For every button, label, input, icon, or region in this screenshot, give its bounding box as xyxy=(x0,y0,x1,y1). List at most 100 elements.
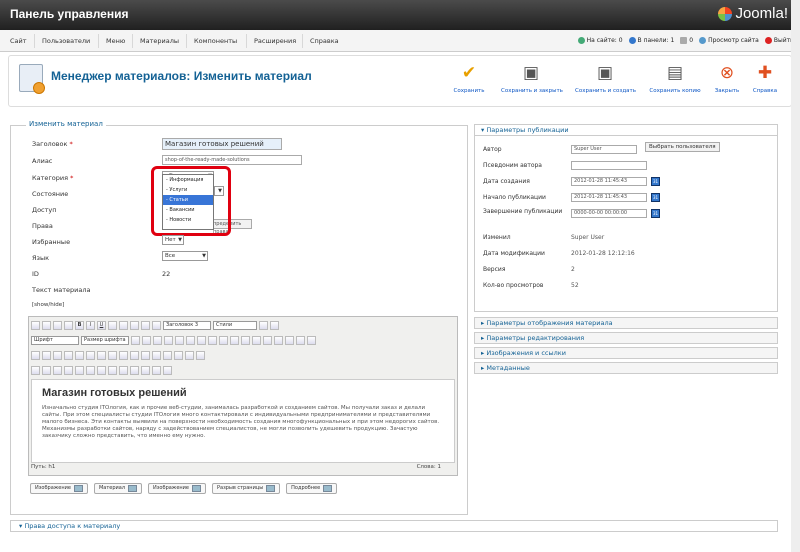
undo-icon[interactable] xyxy=(263,335,272,345)
font-size-select[interactable]: Размер шрифта xyxy=(81,335,129,345)
title-input[interactable]: Магазин готовых решений xyxy=(162,138,282,150)
view-site-link[interactable]: Просмотр сайта xyxy=(699,37,759,44)
link-icon[interactable] xyxy=(285,335,294,345)
editor-tool-icon[interactable] xyxy=(31,320,40,330)
hr-icon[interactable] xyxy=(185,350,194,360)
show-blocks-icon[interactable] xyxy=(42,365,51,375)
fullscreen-icon[interactable] xyxy=(196,350,205,360)
time-icon[interactable] xyxy=(130,350,139,360)
bold-icon[interactable]: B xyxy=(75,320,84,330)
eraser-icon[interactable] xyxy=(259,320,268,330)
align-left-icon[interactable] xyxy=(119,320,128,330)
save-close-button[interactable]: ▣ Сохранить и закрыть xyxy=(501,62,563,94)
abbr-icon[interactable] xyxy=(97,365,106,375)
absolute-icon[interactable] xyxy=(64,365,73,375)
save-button[interactable]: ✔ Сохранить xyxy=(439,62,499,94)
menu-item-menus[interactable]: Меню xyxy=(106,37,125,45)
cite-icon[interactable] xyxy=(86,365,95,375)
read-more-button[interactable]: Подробнее xyxy=(286,483,338,494)
page-break-button[interactable]: Разрыв страницы xyxy=(212,483,281,494)
select-user-button[interactable]: Выбрать пользователя xyxy=(645,142,720,152)
preview-icon[interactable] xyxy=(141,350,150,360)
table-row-icon[interactable] xyxy=(75,350,84,360)
del-icon[interactable] xyxy=(119,365,128,375)
messages-status[interactable]: 0 xyxy=(680,37,693,44)
accordion-edit-options[interactable]: ▸ Параметры редактирования xyxy=(474,332,778,344)
ins-icon[interactable] xyxy=(130,365,139,375)
author-field[interactable]: Super User xyxy=(571,145,637,154)
html-icon[interactable] xyxy=(307,335,316,345)
underline-icon[interactable]: U xyxy=(97,320,106,330)
accordion-display-options[interactable]: ▸ Параметры отображения материала xyxy=(474,317,778,329)
paste-icon[interactable] xyxy=(270,320,279,330)
publish-down-input[interactable]: 0000-00-00 00:00:00 xyxy=(571,209,647,218)
paragraph-icon[interactable] xyxy=(31,350,40,360)
language-select[interactable]: Все xyxy=(162,251,208,261)
menu-item-help[interactable]: Справка xyxy=(310,37,339,45)
align-center-icon[interactable] xyxy=(130,320,139,330)
calendar-icon[interactable]: 31 xyxy=(651,193,660,202)
menu-item-components[interactable]: Компоненты xyxy=(194,37,237,45)
paste-word-icon[interactable] xyxy=(186,335,195,345)
redo-icon[interactable] xyxy=(274,335,283,345)
help-button[interactable]: ✚ Справка xyxy=(737,62,793,94)
font-select[interactable]: Шрифт xyxy=(31,335,79,345)
logout-link[interactable]: Выйти xyxy=(764,37,794,44)
show-hide-toggle[interactable]: [show/hide] xyxy=(32,302,64,308)
image-icon[interactable] xyxy=(42,350,51,360)
editor-tool-icon[interactable] xyxy=(53,320,62,330)
menu-item-content[interactable]: Материалы xyxy=(140,37,179,45)
table-merge-icon[interactable] xyxy=(97,350,106,360)
access-rights-section[interactable]: ▾ Права доступа к материалу xyxy=(10,520,778,532)
save-new-button[interactable]: ▣ Сохранить и создать xyxy=(575,62,636,94)
format-select[interactable]: Заголовок 3 xyxy=(163,320,211,330)
joomla-logo[interactable]: Joomla! xyxy=(718,5,788,22)
emoticon-icon[interactable] xyxy=(163,350,172,360)
insert-image-2-button[interactable]: Изображение xyxy=(148,483,206,494)
accordion-metadata[interactable]: ▸ Метаданные xyxy=(474,362,778,374)
calendar-icon[interactable]: 31 xyxy=(651,177,660,186)
text-color-icon[interactable] xyxy=(131,335,140,345)
cut-icon[interactable] xyxy=(153,335,162,345)
strikethrough-icon[interactable] xyxy=(108,320,117,330)
highlight-icon[interactable] xyxy=(142,335,151,345)
editor-tool-icon[interactable] xyxy=(42,320,51,330)
list-numbers-icon[interactable] xyxy=(230,335,239,345)
editor-content[interactable]: Магазин готовых решений Изначально студи… xyxy=(31,379,455,463)
table-col-icon[interactable] xyxy=(86,350,95,360)
outdent-icon[interactable] xyxy=(241,335,250,345)
visual-aid-icon[interactable] xyxy=(31,365,40,375)
media-icon[interactable] xyxy=(174,350,183,360)
style-props-icon[interactable] xyxy=(75,365,84,375)
find-icon[interactable] xyxy=(197,335,206,345)
style-select[interactable]: Стили xyxy=(213,320,257,330)
publish-up-input[interactable]: 2012-01-28 11:45:43 xyxy=(571,193,647,202)
layer-icon[interactable] xyxy=(53,365,62,375)
author-alias-input[interactable] xyxy=(571,161,647,170)
editor-tool-icon[interactable] xyxy=(64,320,73,330)
menu-item-extensions[interactable]: Расширения xyxy=(254,37,296,45)
date-icon[interactable] xyxy=(119,350,128,360)
align-right-icon[interactable] xyxy=(141,320,150,330)
align-justify-icon[interactable] xyxy=(152,320,161,330)
char-map-icon[interactable] xyxy=(152,365,161,375)
indent-icon[interactable] xyxy=(252,335,261,345)
paste-text-icon[interactable] xyxy=(175,335,184,345)
copy-icon[interactable] xyxy=(164,335,173,345)
table-icon[interactable] xyxy=(64,350,73,360)
featured-select[interactable]: Нет xyxy=(162,235,184,245)
spellcheck-icon[interactable] xyxy=(163,365,172,375)
alias-input[interactable]: shop-of-the-ready-made-solutions xyxy=(162,155,302,165)
menu-item-users[interactable]: Пользователи xyxy=(42,37,90,45)
unlink-icon[interactable] xyxy=(296,335,305,345)
attribs-icon[interactable] xyxy=(141,365,150,375)
menu-item-site[interactable]: Сайт xyxy=(10,37,27,45)
calendar-icon[interactable]: 31 xyxy=(651,209,660,218)
zoom-icon[interactable] xyxy=(152,350,161,360)
list-bullets-icon[interactable] xyxy=(219,335,228,345)
table-split-icon[interactable] xyxy=(108,350,117,360)
publishing-options-header[interactable]: ▾ Параметры публикации xyxy=(474,124,778,136)
anchor-icon[interactable] xyxy=(53,350,62,360)
page-scrollbar[interactable] xyxy=(791,0,800,552)
insert-image-button[interactable]: Изображение xyxy=(30,483,88,494)
